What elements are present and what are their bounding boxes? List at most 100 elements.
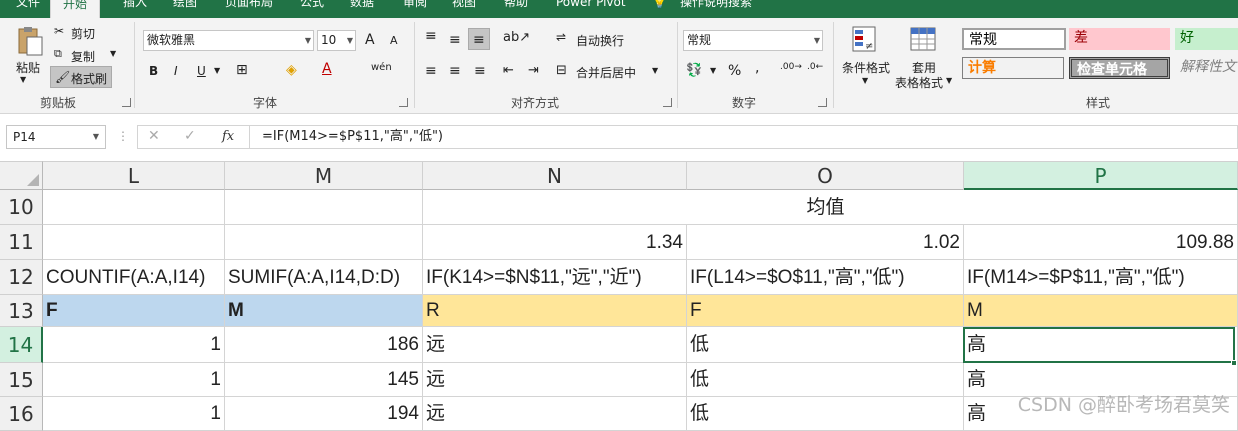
- cell-N14[interactable]: 远: [423, 327, 687, 363]
- cell-L15[interactable]: 1: [43, 363, 225, 397]
- enter-icon[interactable]: ✓: [184, 128, 196, 144]
- row-header-12[interactable]: 12: [0, 260, 43, 295]
- select-all-button[interactable]: [0, 161, 43, 190]
- font-size-select[interactable]: 10 ▼: [317, 30, 356, 51]
- chevron-down-icon[interactable]: ▼: [652, 66, 658, 75]
- cell-O16[interactable]: 低: [687, 397, 964, 431]
- clipboard-launcher-icon[interactable]: [122, 98, 131, 107]
- row-header-10[interactable]: 10: [0, 190, 43, 225]
- cell-O14[interactable]: 低: [687, 327, 964, 363]
- border-icon[interactable]: ⊞: [236, 62, 248, 78]
- cell-N13[interactable]: R: [423, 295, 687, 327]
- cell-M12[interactable]: SUMIF(A:A,I14,D:D): [225, 260, 423, 295]
- chevron-down-icon[interactable]: ▼: [214, 66, 220, 75]
- wrap-text-button[interactable]: 自动换行: [576, 32, 624, 49]
- name-box[interactable]: P14 ▼: [6, 125, 106, 149]
- phonetic-button[interactable]: wén: [371, 62, 392, 73]
- cell-N10[interactable]: [423, 190, 687, 225]
- cell-N12[interactable]: IF(K14>=$N$11,"远","近"): [423, 260, 687, 295]
- align-left-icon[interactable]: ≡: [425, 63, 437, 79]
- cancel-icon[interactable]: ✕: [148, 128, 160, 144]
- cell-L10[interactable]: [43, 190, 225, 225]
- cell-M13[interactable]: M: [225, 295, 423, 327]
- style-calculation[interactable]: 计算: [962, 57, 1064, 79]
- style-normal[interactable]: 常规: [962, 28, 1066, 50]
- tab-power-pivot[interactable]: Power Pivot: [556, 0, 626, 13]
- column-header-M[interactable]: M: [225, 161, 423, 190]
- font-launcher-icon[interactable]: [399, 98, 408, 107]
- merge-center-button[interactable]: 合并后居中: [576, 64, 636, 81]
- cell-M16[interactable]: 194: [225, 397, 423, 431]
- formula-input[interactable]: =IF(M14>=$P$11,"高","低"): [250, 125, 1238, 149]
- cell-N16[interactable]: 远: [423, 397, 687, 431]
- tab-review[interactable]: 审阅: [403, 0, 427, 13]
- increase-indent-icon[interactable]: ⇥: [528, 63, 539, 78]
- font-color-icon[interactable]: A: [322, 61, 332, 77]
- chevron-down-icon[interactable]: ▼: [946, 76, 952, 85]
- font-name-select[interactable]: 微软雅黑 ▼: [143, 30, 314, 51]
- style-good[interactable]: 好: [1175, 28, 1238, 50]
- cell-L14[interactable]: 1: [43, 327, 225, 363]
- cell-L12[interactable]: COUNTIF(A:A,I14): [43, 260, 225, 295]
- cell-M10[interactable]: [225, 190, 423, 225]
- cell-L11[interactable]: [43, 225, 225, 260]
- column-header-N[interactable]: N: [423, 161, 687, 190]
- tab-formulas[interactable]: 公式: [300, 0, 324, 13]
- cell-P13[interactable]: M: [964, 295, 1238, 327]
- tell-me-search[interactable]: 操作说明搜索: [680, 0, 752, 13]
- tab-file[interactable]: 文件: [16, 0, 40, 13]
- alignment-launcher-icon[interactable]: [663, 98, 672, 107]
- decrease-indent-icon[interactable]: ⇤: [503, 63, 514, 78]
- fill-handle[interactable]: [1231, 360, 1237, 366]
- cell-L13[interactable]: F: [43, 295, 225, 327]
- row-header-13[interactable]: 13: [0, 295, 43, 327]
- underline-button[interactable]: U: [197, 64, 206, 78]
- cell-L16[interactable]: 1: [43, 397, 225, 431]
- row-header-15[interactable]: 15: [0, 363, 43, 397]
- style-explanatory[interactable]: 解释性文: [1175, 57, 1238, 79]
- conditional-format-icon[interactable]: ≠: [850, 24, 880, 56]
- vertical-dots-icon[interactable]: ⋮: [117, 129, 129, 143]
- increase-decimal-icon[interactable]: .00→: [780, 62, 802, 72]
- align-right-icon[interactable]: ≡: [474, 63, 486, 79]
- format-as-table-label-2[interactable]: 表格格式: [895, 74, 943, 91]
- percent-button[interactable]: %: [728, 63, 741, 79]
- cell-O12[interactable]: IF(L14>=$O$11,"高","低"): [687, 260, 964, 295]
- cell-O11[interactable]: 1.02: [687, 225, 964, 260]
- cell-O10[interactable]: 均值: [687, 190, 964, 225]
- cell-N15[interactable]: 远: [423, 363, 687, 397]
- cell-M15[interactable]: 145: [225, 363, 423, 397]
- cell-N11[interactable]: 1.34: [423, 225, 687, 260]
- shrink-font-button[interactable]: A: [390, 34, 398, 47]
- cell-P10[interactable]: [964, 190, 1238, 225]
- comma-button[interactable]: ,: [755, 60, 759, 76]
- align-center-icon[interactable]: ≡: [449, 63, 461, 79]
- cell-M14[interactable]: 186: [225, 327, 423, 363]
- paste-icon[interactable]: [12, 24, 48, 58]
- bold-button[interactable]: B: [149, 64, 158, 78]
- cell-P12[interactable]: IF(M14>=$P$11,"高","低"): [964, 260, 1238, 295]
- chevron-down-icon[interactable]: ▼: [20, 75, 26, 84]
- row-header-14[interactable]: 14: [0, 327, 43, 363]
- insert-function-icon[interactable]: fx: [222, 129, 234, 144]
- paste-label[interactable]: 粘贴: [16, 59, 40, 76]
- format-as-table-icon[interactable]: [908, 24, 940, 56]
- tab-help[interactable]: 帮助: [504, 0, 528, 13]
- fill-color-icon[interactable]: ◈: [286, 62, 297, 78]
- cut-button[interactable]: 剪切: [71, 25, 95, 42]
- align-top-icon[interactable]: ≡: [425, 28, 437, 44]
- column-header-O[interactable]: O: [687, 161, 964, 190]
- row-header-16[interactable]: 16: [0, 397, 43, 431]
- orientation-icon[interactable]: ab↗: [503, 30, 530, 45]
- copy-icon[interactable]: ⧉: [54, 47, 62, 61]
- cell-P11[interactable]: 109.88: [964, 225, 1238, 260]
- cut-icon[interactable]: ✂: [54, 24, 64, 38]
- style-check-cell[interactable]: 检查单元格: [1069, 57, 1170, 79]
- tab-home[interactable]: 开始: [50, 0, 101, 18]
- column-header-P[interactable]: P: [964, 161, 1238, 190]
- tab-insert[interactable]: 插入: [123, 0, 147, 13]
- currency-icon[interactable]: 💱: [686, 63, 702, 78]
- number-format-select[interactable]: 常规 ▼: [683, 30, 823, 51]
- grow-font-button[interactable]: A: [365, 32, 375, 48]
- italic-button[interactable]: I: [174, 64, 178, 78]
